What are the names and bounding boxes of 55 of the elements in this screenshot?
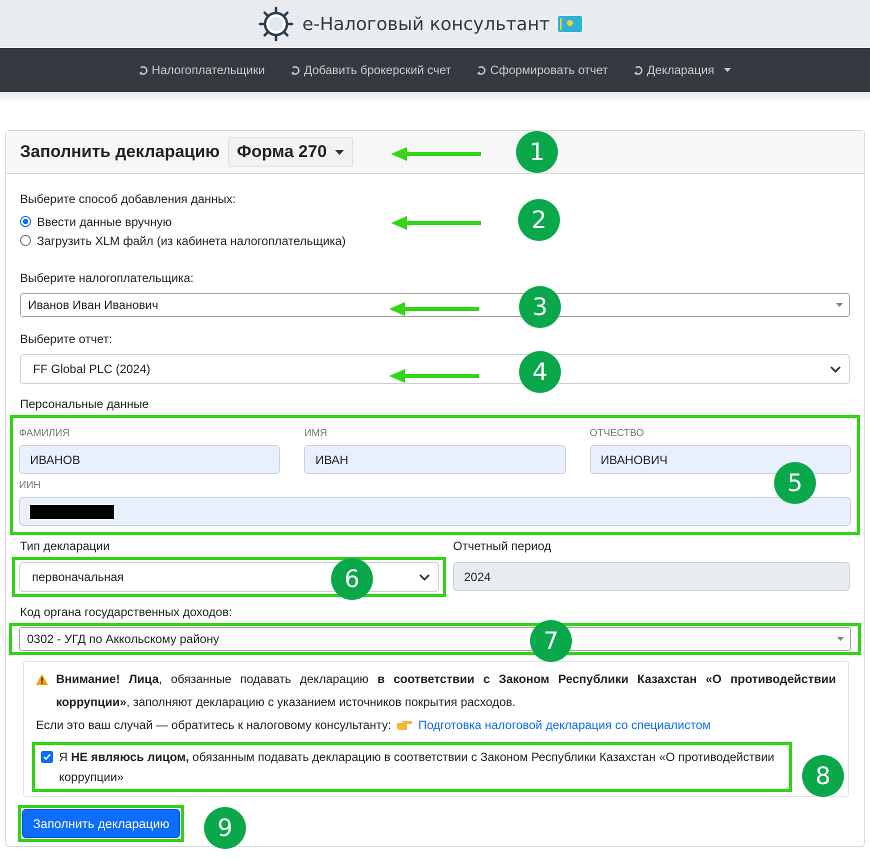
radio-icon[interactable]	[20, 216, 31, 227]
caret-icon	[334, 150, 344, 154]
card-title: Заполнить декларацию	[20, 142, 220, 162]
circle-arrow-icon	[477, 66, 486, 74]
step-number-badge: 4	[519, 351, 561, 393]
step-number-badge: 8	[802, 755, 844, 797]
hint-text: Если это ваш случай — обратитесь к налоговому консультанту:	[36, 717, 392, 734]
field-label: Тип декларации	[20, 538, 111, 555]
field-label: Выберите налогоплательщика:	[20, 270, 195, 287]
confirm-text: Я НЕ являюсь лицом, обязанным подавать декларацию в соответствии с Законом Республики Казахстан «О противодействии коррупции»	[59, 749, 776, 786]
caret-icon	[837, 636, 844, 642]
radio-label: Ввести данные вручную	[37, 214, 172, 228]
field-label: ОТЧЕСТВО	[590, 427, 644, 441]
field-label: Код органа государственных доходов:	[20, 604, 234, 621]
field-label: Выберите отчет:	[20, 331, 114, 348]
iin-input[interactable]	[19, 497, 851, 526]
radio-label: Загрузить XLM файл (из кабинета налогоплательщика)	[37, 234, 346, 248]
step-number-badge: 6	[331, 558, 373, 600]
consultation-link[interactable]: Подготовка налоговой декларация со специалистом	[418, 714, 711, 736]
chevron-down-icon	[830, 366, 841, 372]
step-number-badge: 7	[530, 620, 572, 662]
ship-wheel-logo-icon	[258, 6, 294, 42]
site-title: e-Налоговый консультант	[302, 14, 550, 34]
form-dropdown-button[interactable]: Форма 270	[228, 137, 353, 167]
field-label: Выберите способ добавления данных:	[20, 191, 237, 208]
name-input[interactable]: ИВАНОВИЧ	[590, 445, 851, 474]
period-input[interactable]: 2024	[453, 562, 850, 591]
nav-link[interactable]: Декларация	[634, 63, 732, 77]
submit-button[interactable]: Заполнить декларацию	[22, 809, 180, 838]
nav-link[interactable]: Налогоплательщики	[138, 63, 265, 77]
pointing-hand-icon	[397, 720, 412, 730]
caret-icon	[836, 302, 843, 308]
step-number-badge: 3	[519, 286, 561, 328]
warning-text: Внимание! Лица, обязанные подавать декларацию в соответствии с Законом Республики Казахстан «О противодействии коррупции», заполняют декларацию с указанием источников покрытия расходов.	[56, 671, 836, 711]
nav-link[interactable]: Сформировать отчет	[477, 63, 608, 77]
field-label: ИИН	[19, 479, 41, 493]
warning-icon	[36, 674, 48, 685]
field-label: Отчетный период	[453, 538, 552, 555]
circle-arrow-icon	[634, 66, 644, 74]
radio-icon[interactable]	[20, 235, 31, 246]
name-input[interactable]: ИВАН	[304, 445, 566, 474]
circle-arrow-icon	[138, 66, 148, 74]
section-title: Персональные данные	[20, 396, 150, 413]
nav-link[interactable]: Добавить брокерский счет	[290, 63, 452, 77]
step-number-badge: 9	[204, 807, 246, 849]
checkbox[interactable]	[41, 751, 53, 763]
flag-icon	[558, 16, 582, 32]
radio-option[interactable]: Загрузить XLM файл (из кабинета налогоплательщика)	[20, 231, 346, 250]
field-label: ФАМИЛИЯ	[19, 427, 70, 441]
name-input[interactable]: ИВАНОВ	[19, 445, 280, 474]
step-number-badge: 2	[518, 199, 560, 241]
circle-arrow-icon	[290, 66, 300, 74]
radio-option[interactable]: Ввести данные вручную	[20, 212, 172, 231]
field-label: ИМЯ	[304, 427, 328, 441]
chevron-down-icon	[419, 574, 430, 580]
